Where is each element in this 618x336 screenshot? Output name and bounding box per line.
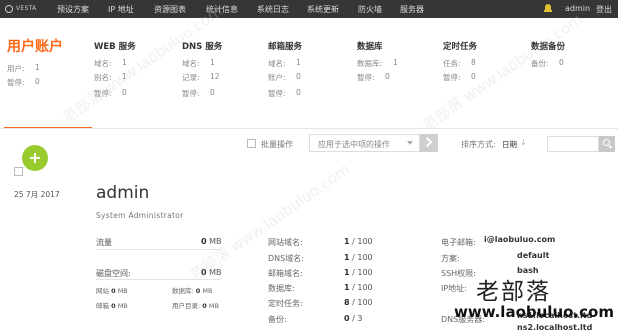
limit-mail-label: 邮箱域名: bbox=[268, 269, 303, 278]
stat-row: 域名: 1 bbox=[94, 58, 127, 68]
package-value: default bbox=[517, 251, 550, 260]
limit-backup-label: 备份: bbox=[268, 315, 287, 324]
limit-db-label: 数据库: bbox=[268, 284, 295, 293]
stat-row: 任务: 8 bbox=[443, 58, 476, 68]
nav-item-graphs[interactable]: 资源图表 bbox=[154, 4, 186, 15]
disk-db-usage: 数据库: 0 MB bbox=[172, 287, 213, 295]
database-service-tab[interactable]: 数据库 数据库: 1 暂停: 0 bbox=[357, 40, 398, 82]
stat-row: 暂停: 0 bbox=[182, 88, 215, 98]
package-label: 方案: bbox=[441, 254, 460, 263]
logout-link[interactable]: 登出 bbox=[596, 4, 612, 15]
limit-mail-value: 1 / 100 bbox=[344, 268, 373, 277]
stat-row: 暂停: 0 bbox=[443, 72, 476, 82]
limit-db-value: 1 / 100 bbox=[344, 283, 373, 292]
disk-label: 磁盘空间: bbox=[96, 269, 131, 278]
notification-bell-icon[interactable] bbox=[544, 4, 552, 13]
watermark-text-url: www.laobuluo.com bbox=[454, 303, 614, 321]
nav-item-server[interactable]: 服务器 bbox=[400, 4, 424, 15]
logo-icon bbox=[5, 5, 13, 13]
nav-item-ip[interactable]: IP 地址 bbox=[108, 4, 134, 15]
nav-item-log[interactable]: 系统日志 bbox=[257, 4, 289, 15]
ssh-label: SSH权限: bbox=[441, 269, 476, 278]
user-created-date: 25 7月 2017 bbox=[14, 190, 60, 199]
watermark: 老部落 www.laobuluo.com bbox=[186, 160, 353, 285]
sort-direction-icon[interactable]: ↓ bbox=[520, 138, 527, 147]
disk-home-usage: 用户目录: 0 MB bbox=[172, 302, 219, 310]
stat-row: 暂停: 0 bbox=[357, 72, 390, 82]
sort-by-date-toggle[interactable]: 日期 bbox=[502, 139, 517, 150]
watermark: 老部落 www.laobuluo.com bbox=[59, 2, 226, 127]
bulk-select-all-checkbox[interactable] bbox=[247, 139, 256, 148]
user-role: System Administrator bbox=[96, 211, 184, 220]
stat-row: 记录: 12 bbox=[182, 72, 220, 82]
watermark-text-cn: 老部落 bbox=[476, 279, 551, 305]
cron-service-tab[interactable]: 定时任务 任务: 8 暂停: 0 bbox=[443, 40, 478, 82]
email-label: 电子邮箱: bbox=[441, 238, 476, 247]
user-name[interactable]: admin bbox=[96, 183, 149, 203]
search-input[interactable] bbox=[547, 136, 599, 152]
stat-row: 域名: 1 bbox=[182, 58, 215, 68]
vesta-logo[interactable]: VESTA bbox=[5, 3, 39, 15]
stat-row: 数据库: 1 bbox=[357, 58, 398, 68]
accounts-users-row: 用户: 1 bbox=[7, 63, 40, 73]
email-value: i@laobuluo.com bbox=[484, 235, 556, 244]
accounts-suspended-row: 暂停: 0 bbox=[7, 77, 40, 87]
mail-service-tab[interactable]: 邮箱服务 域名: 1 账户: 0 暂停: 0 bbox=[268, 40, 303, 98]
web-service-title: WEB 服务 bbox=[94, 42, 136, 52]
add-user-button[interactable] bbox=[22, 145, 48, 171]
logo-text: VESTA bbox=[16, 5, 37, 12]
ip-label: IP地址: bbox=[441, 284, 467, 293]
apply-bulk-action-button[interactable] bbox=[420, 134, 438, 152]
cron-service-title: 定时任务 bbox=[443, 42, 478, 52]
bulk-action-select[interactable]: 应用于选中项的操作 bbox=[309, 134, 420, 152]
mail-service-title: 邮箱服务 bbox=[268, 42, 303, 52]
limit-dns-label: DNS域名: bbox=[268, 254, 304, 263]
stat-row: 暂停: 0 bbox=[268, 88, 301, 98]
accounts-title[interactable]: 用户账户 bbox=[7, 36, 63, 56]
database-service-title: 数据库 bbox=[357, 42, 383, 52]
limit-backup-value: 0 / 3 bbox=[344, 314, 363, 323]
bandwidth-bar bbox=[96, 249, 220, 250]
limit-cron-value: 8 / 100 bbox=[344, 298, 373, 307]
disk-mail-usage: 邮箱 0 MB bbox=[96, 302, 128, 310]
bandwidth-label: 流量 bbox=[96, 238, 112, 247]
limit-dns-value: 1 / 100 bbox=[344, 253, 373, 262]
search-button[interactable] bbox=[599, 136, 615, 152]
user-row-checkbox[interactable] bbox=[14, 167, 23, 176]
limit-cron-label: 定时任务: bbox=[268, 299, 303, 308]
dns-server-2: ns2.localhost.ltd bbox=[517, 323, 593, 332]
nav-item-packages[interactable]: 预设方案 bbox=[57, 4, 89, 15]
nav-item-updates[interactable]: 系统更新 bbox=[307, 4, 339, 15]
limit-web-label: 网站域名: bbox=[268, 238, 303, 247]
chevron-down-icon bbox=[407, 141, 413, 145]
sort-label: 排序方式: bbox=[461, 140, 496, 149]
nav-item-firewall[interactable]: 防火墙 bbox=[358, 4, 382, 15]
disk-web-usage: 网站 0 MB bbox=[96, 287, 128, 295]
stat-row: 域名: 1 bbox=[268, 58, 301, 68]
divider bbox=[0, 128, 618, 129]
web-service-tab[interactable]: WEB 服务 域名: 1 别名: 1 暂停: 0 bbox=[94, 40, 136, 98]
stat-row: 账户: 0 bbox=[268, 72, 301, 82]
bulk-actions-label: 批量操作 bbox=[261, 140, 293, 149]
limit-web-value: 1 / 100 bbox=[344, 237, 373, 246]
top-bar: VESTA 预设方案 IP 地址 资源图表 统计信息 系统日志 系统更新 防火墙… bbox=[0, 0, 618, 18]
